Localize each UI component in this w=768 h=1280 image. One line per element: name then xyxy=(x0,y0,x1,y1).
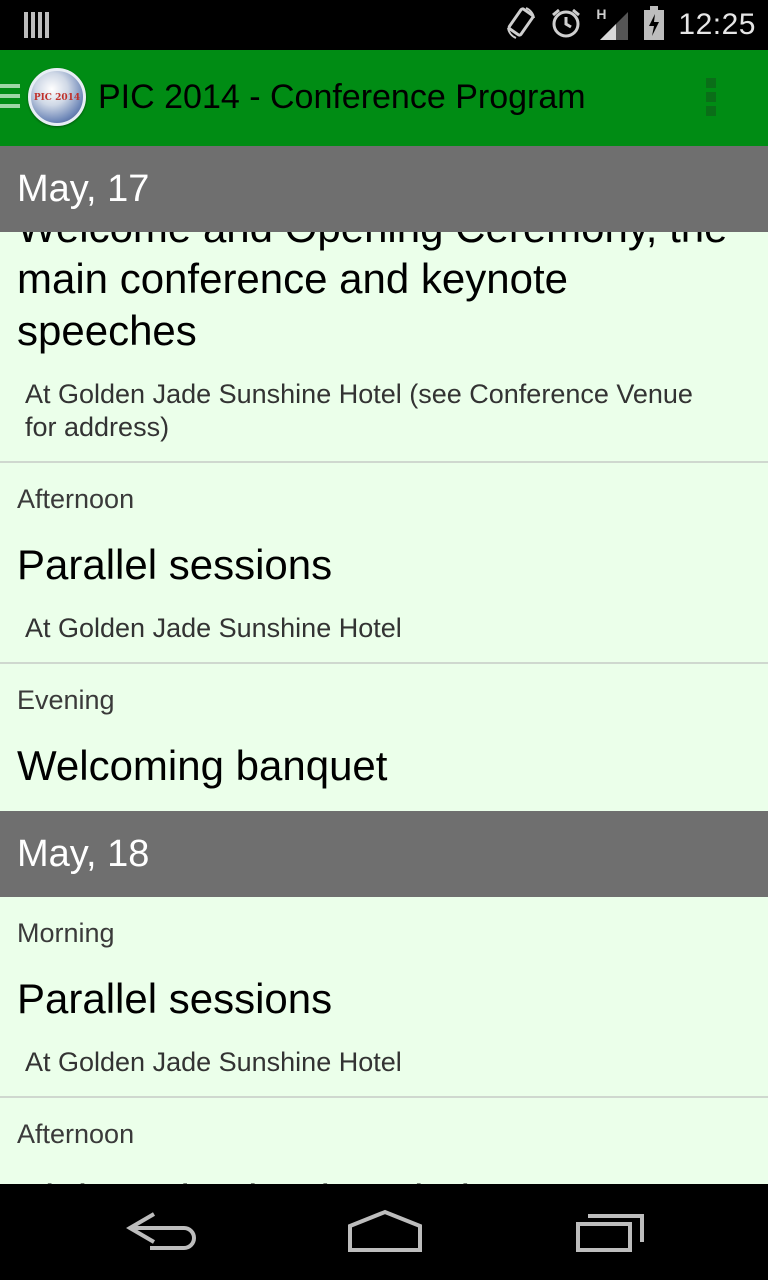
battery-icon xyxy=(644,5,665,45)
event-period: Afternoon xyxy=(17,484,135,514)
event-period: Morning xyxy=(17,918,115,948)
drawer-menu-icon[interactable] xyxy=(0,84,20,114)
day-header: May, 18 xyxy=(0,811,768,897)
event-title: Parallel sessions xyxy=(17,541,333,588)
list-divider xyxy=(0,1096,768,1098)
app-title: PIC 2014 - Conference Program xyxy=(98,78,586,116)
program-list[interactable]: Welcome and Opening Ceremony, the main c… xyxy=(0,146,768,1184)
event-title: Parallel sessions xyxy=(17,975,333,1022)
event-title: Sightseeing in Shanghai xyxy=(17,1174,470,1184)
back-icon[interactable] xyxy=(114,1206,204,1256)
logo-text: PIC 2014 xyxy=(33,93,81,103)
event-period: Afternoon xyxy=(17,1119,135,1149)
event-location: At Golden Jade Sunshine Hotel xyxy=(25,613,402,643)
day-label: May, 18 xyxy=(17,833,150,875)
event-title: Welcoming banquet xyxy=(17,742,388,789)
day-label: May, 17 xyxy=(17,168,150,210)
day-header: May, 17 xyxy=(0,146,768,232)
overflow-menu-icon[interactable] xyxy=(706,78,718,118)
status-bar: H 12:25 xyxy=(0,0,768,50)
list-divider xyxy=(0,662,768,664)
app-logo[interactable]: PIC 2014 xyxy=(28,68,86,126)
event-title: main conference and keynote xyxy=(17,255,569,302)
signal-strength-icon: H xyxy=(596,6,630,42)
home-icon[interactable] xyxy=(340,1206,430,1256)
event-period: Evening xyxy=(17,685,115,715)
event-location: At Golden Jade Sunshine Hotel (see Confe… xyxy=(25,379,693,409)
event-location: At Golden Jade Sunshine Hotel xyxy=(25,1047,402,1077)
navigation-bar xyxy=(0,1184,768,1280)
event-title: speeches xyxy=(17,307,197,354)
notification-bars-icon xyxy=(24,12,50,43)
event-location: for address) xyxy=(25,412,170,442)
alarm-clock-icon xyxy=(550,7,582,44)
screen-rotate-icon xyxy=(506,6,536,45)
list-divider xyxy=(0,461,768,463)
recent-apps-icon[interactable] xyxy=(566,1206,656,1256)
action-bar: PIC 2014 PIC 2014 - Conference Program xyxy=(0,50,768,146)
clock-time: 12:25 xyxy=(678,8,756,41)
